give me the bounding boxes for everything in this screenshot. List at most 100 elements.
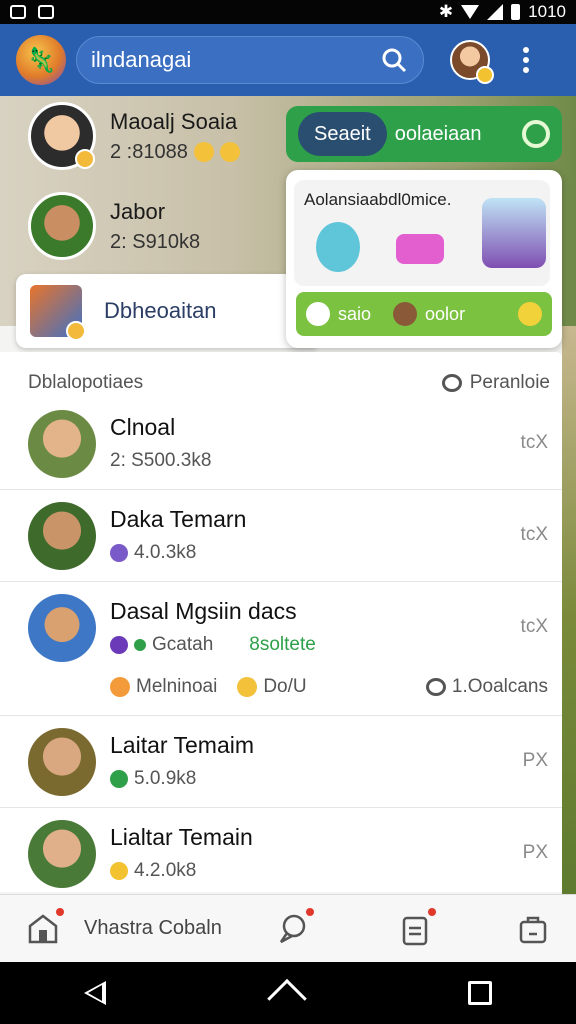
sticker-popup: Aolansiaabdl0mice. saio oolor <box>286 170 562 348</box>
avatar <box>28 102 96 170</box>
dismiss-button[interactable]: tcX <box>521 524 548 546</box>
footer-left-label: saio <box>338 303 372 324</box>
avatar <box>28 594 96 662</box>
bottom-nav: Vhastra Cobaln <box>0 894 576 962</box>
story-item[interactable]: Maoalj Soaia 2 :81088 <box>28 102 240 170</box>
chat-bubble-icon <box>441 374 462 392</box>
chat-row[interactable]: Laitar Temaim 5.0.9k8 PX <box>0 716 562 808</box>
clipboard-icon[interactable] <box>398 907 436 946</box>
status-dot-icon <box>134 639 146 651</box>
chat-name: Daka Temarn <box>110 506 247 532</box>
avatar <box>28 820 96 888</box>
dismiss-button[interactable]: tcX <box>521 432 548 454</box>
sticker-footer[interactable]: saio oolor <box>296 292 552 336</box>
chat-name: Lialtar Temain <box>110 824 253 850</box>
chat-icon[interactable] <box>276 907 314 946</box>
chat-sub-green: 8soltete <box>249 634 316 655</box>
wifi-icon <box>461 5 480 19</box>
back-icon[interactable] <box>83 981 106 1005</box>
tab-selected[interactable]: Seaeit <box>298 112 387 156</box>
app-title: ilndanagai <box>91 47 192 72</box>
more-vert-icon[interactable] <box>516 47 536 73</box>
emoji-icon <box>518 302 542 326</box>
chat-extra-right: 1.Ooalcans <box>451 676 548 697</box>
notification-icon <box>10 5 26 19</box>
chat-list: Dblalopotiaes Peranloie Clnoal 2: S500.3… <box>0 352 562 892</box>
face-sticker-icon[interactable] <box>396 234 444 264</box>
avatar <box>28 410 96 478</box>
avatar <box>28 502 96 570</box>
chat-name: Dasal Mgsiin dacs <box>110 598 297 624</box>
status-bar: ✱ 1010 <box>0 0 576 24</box>
battery-icon <box>511 4 521 20</box>
story-name: Jabor <box>110 198 166 224</box>
status-time: 1010 <box>528 2 566 21</box>
notification-dot <box>56 907 64 916</box>
tab-label[interactable]: oolaeiaan <box>395 123 522 146</box>
dismiss-button[interactable]: tcX <box>521 616 548 638</box>
chat-row[interactable]: Lialtar Temain 4.2.0k8 PX <box>0 808 562 900</box>
popup-tabs: Seaeit oolaeiaan <box>286 106 562 162</box>
list-header: Dblalopotiaes Peranloie <box>28 372 550 394</box>
search-bar[interactable]: ilndanagai <box>76 36 424 84</box>
chat-sub: Gcatah <box>152 634 214 655</box>
notification-dot <box>305 907 314 916</box>
popup-title: Aolansiaabdl0mice. <box>304 190 452 209</box>
chat-row[interactable]: Daka Temarn 4.0.3k8 tcX <box>0 490 562 582</box>
app-logo-icon[interactable]: 🦎 <box>16 35 66 85</box>
chat-sub: 4.0.3k8 <box>134 542 197 563</box>
story-sub: 2: S910k8 <box>110 230 201 253</box>
chat-extra-left: Melninoai <box>136 676 218 697</box>
emoji-icon <box>237 677 258 697</box>
avatar <box>28 728 96 796</box>
notification-dot <box>427 907 436 916</box>
story-name: Maoalj Soaia <box>110 108 238 134</box>
avatar <box>30 285 86 341</box>
chat-sub: 2: S500.3k8 <box>110 450 212 471</box>
bag-icon[interactable] <box>516 912 550 946</box>
list-header-left: Dblalopotiaes <box>28 372 144 393</box>
face-icon <box>306 302 330 326</box>
search-icon[interactable] <box>379 45 409 75</box>
sticker-icon <box>110 544 128 562</box>
avatar-icon <box>393 302 418 326</box>
system-nav <box>0 962 576 1024</box>
home-icon[interactable] <box>26 907 64 946</box>
story-item[interactable]: Jabor 2: S910k8 <box>28 192 200 260</box>
smile-emoji-icon <box>193 142 214 162</box>
recents-icon[interactable] <box>468 981 493 1005</box>
chat-name: Clnoal <box>110 414 176 440</box>
sticker-icon <box>110 636 128 654</box>
chat-sub: 5.0.9k8 <box>134 768 197 789</box>
chat-sub: 4.2.0k8 <box>134 860 197 881</box>
emoji-icon <box>110 677 130 697</box>
status-dot-icon <box>110 770 128 788</box>
monster-sticker-icon[interactable] <box>316 222 360 272</box>
home-system-icon[interactable] <box>267 978 307 1019</box>
chat-bubble-icon <box>425 678 446 696</box>
story-sub: 2 :81088 <box>110 140 188 163</box>
dismiss-button[interactable]: PX <box>523 750 548 772</box>
highlighted-contact[interactable]: Dbheoaitan <box>16 274 316 348</box>
wink-emoji-icon <box>219 142 240 162</box>
emoji-icon <box>110 862 128 880</box>
chat-row[interactable]: Clnoal 2: S500.3k8 tcX <box>0 398 562 490</box>
app-bar: 🦎 ilndanagai <box>0 24 576 96</box>
emoji-badge-icon <box>66 321 86 341</box>
emoji-badge-icon <box>75 149 95 169</box>
chat-extra-mid: Do/U <box>263 676 307 697</box>
signal-icon <box>487 4 504 20</box>
profile-avatar[interactable] <box>450 40 494 84</box>
dismiss-button[interactable]: PX <box>523 842 548 864</box>
bluetooth-icon: ✱ <box>438 2 454 21</box>
footer-right-label: oolor <box>425 303 466 324</box>
highlighted-contact-label: Dbheoaitan <box>104 298 217 323</box>
girl-sticker-icon[interactable] <box>482 198 546 268</box>
list-header-right[interactable]: Peranloie <box>470 372 550 394</box>
chat-name: Laitar Temaim <box>110 732 255 758</box>
emoji-badge-icon <box>476 66 494 84</box>
chat-row[interactable]: Dasal Mgsiin dacs Gcatah 8soltete Melnino… <box>0 582 562 716</box>
chat-icon[interactable] <box>522 120 550 148</box>
notification-icon <box>38 5 54 19</box>
bottom-nav-label[interactable]: Vhastra Cobaln <box>84 917 222 940</box>
